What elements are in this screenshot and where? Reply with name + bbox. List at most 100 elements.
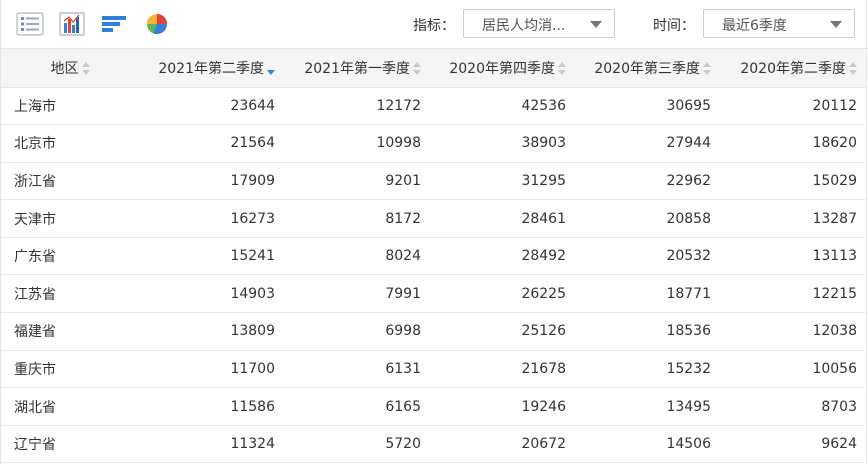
- column-header-label: 2020年第三季度: [594, 60, 700, 77]
- value-cell: 13809: [230, 323, 275, 340]
- pie-chart-icon[interactable]: [143, 12, 171, 36]
- sort-icon: [413, 61, 421, 76]
- value-cell: 27944: [666, 135, 711, 152]
- sort-icon: [558, 61, 566, 76]
- table-view-icon[interactable]: [16, 12, 44, 36]
- value-cell: 18536: [666, 323, 711, 340]
- indicator-select-value: 居民人均消...: [482, 18, 566, 34]
- value-cell: 20532: [666, 248, 711, 265]
- value-cell: 10998: [376, 135, 421, 152]
- region-cell: 辽宁省: [14, 437, 56, 454]
- value-cell: 13287: [812, 210, 857, 227]
- column-header-label: 2020年第四季度: [449, 60, 555, 77]
- value-cell: 16273: [230, 210, 275, 227]
- value-cell: 17909: [230, 172, 275, 189]
- value-cell: 11700: [230, 360, 275, 377]
- table-row: 重庆市 11700 6131 21678 15232 10056: [1, 350, 867, 388]
- value-cell: 42536: [521, 97, 566, 114]
- value-cell: 38903: [521, 135, 566, 152]
- value-cell: 30695: [666, 97, 711, 114]
- table-row: 上海市 23644 12172 42536 30695 20112: [1, 87, 867, 125]
- column-header-label: 2020年第二季度: [740, 60, 846, 77]
- value-cell: 14903: [230, 285, 275, 302]
- bar-chart-icon[interactable]: [58, 12, 86, 36]
- column-header-2021-q1[interactable]: 2021年第一季度: [285, 49, 431, 88]
- value-cell: 11324: [230, 436, 275, 453]
- sort-icon: [849, 61, 857, 76]
- sort-icon: [81, 61, 90, 76]
- table-row: 湖北省 11586 6165 19246 13495 8703: [1, 388, 867, 426]
- column-header-2020-q4[interactable]: 2020年第四季度: [431, 49, 576, 88]
- column-header-2021-q2[interactable]: 2021年第二季度: [139, 49, 285, 88]
- chevron-down-icon: [590, 21, 602, 28]
- horizontal-bar-chart-icon[interactable]: [101, 12, 129, 36]
- value-cell: 15241: [230, 248, 275, 265]
- value-cell: 6131: [385, 360, 421, 377]
- sort-desc-icon: [267, 62, 275, 76]
- value-cell: 19246: [521, 398, 566, 415]
- value-cell: 8703: [821, 398, 857, 415]
- table-row: 江苏省 14903 7991 26225 18771 12215: [1, 275, 867, 313]
- value-cell: 20672: [521, 436, 566, 453]
- region-cell: 上海市: [14, 98, 56, 115]
- table-body: 上海市 23644 12172 42536 30695 20112 北京市 21564 1099…: [1, 87, 867, 463]
- time-select-value: 最近6季度: [722, 18, 787, 34]
- column-header-region[interactable]: 地区: [1, 49, 139, 88]
- value-cell: 12038: [812, 323, 857, 340]
- value-cell: 18620: [812, 135, 857, 152]
- value-cell: 7991: [385, 285, 421, 302]
- value-cell: 26225: [521, 285, 566, 302]
- column-header-label: 2021年第二季度: [158, 60, 264, 77]
- value-cell: 21564: [230, 135, 275, 152]
- value-cell: 11586: [230, 398, 275, 415]
- region-cell: 天津市: [14, 211, 56, 228]
- region-cell: 福建省: [14, 324, 56, 341]
- value-cell: 6998: [385, 323, 421, 340]
- region-cell: 重庆市: [14, 361, 56, 378]
- column-header-label: 2021年第一季度: [304, 60, 410, 77]
- value-cell: 15232: [666, 360, 711, 377]
- time-select[interactable]: 最近6季度: [703, 9, 855, 38]
- value-cell: 6165: [385, 398, 421, 415]
- table-header-row: 地区 2021年第二季度 2021年第一季度 2020年第四季度 2020年第三…: [1, 49, 867, 88]
- value-cell: 15029: [812, 172, 857, 189]
- table-row: 福建省 13809 6998 25126 18536 12038: [1, 313, 867, 351]
- value-cell: 12172: [376, 97, 421, 114]
- table-row: 天津市 16273 8172 28461 20858 13287: [1, 200, 867, 238]
- value-cell: 9624: [821, 436, 857, 453]
- toolbar: 指标： 居民人均消... 时间： 最近6季度: [0, 0, 868, 49]
- value-cell: 13113: [812, 248, 857, 265]
- value-cell: 23644: [230, 97, 275, 114]
- value-cell: 28461: [521, 210, 566, 227]
- indicator-label: 指标：: [413, 18, 455, 34]
- column-header-2020-q3[interactable]: 2020年第三季度: [576, 49, 721, 88]
- value-cell: 14506: [666, 436, 711, 453]
- time-label: 时间：: [653, 18, 695, 34]
- value-cell: 31295: [521, 172, 566, 189]
- value-cell: 13495: [666, 398, 711, 415]
- region-cell: 广东省: [14, 249, 56, 266]
- value-cell: 9201: [385, 172, 421, 189]
- data-table: 地区 2021年第二季度 2021年第一季度 2020年第四季度 2020年第三…: [1, 49, 867, 463]
- value-cell: 28492: [521, 248, 566, 265]
- chevron-down-icon: [830, 21, 842, 28]
- region-cell: 江苏省: [14, 286, 56, 303]
- value-cell: 12215: [812, 285, 857, 302]
- column-header-2020-q2[interactable]: 2020年第二季度: [721, 49, 867, 88]
- table-row: 广东省 15241 8024 28492 20532 13113: [1, 237, 867, 275]
- region-cell: 浙江省: [14, 173, 56, 190]
- indicator-select[interactable]: 居民人均消...: [463, 9, 615, 38]
- region-cell: 北京市: [14, 136, 56, 153]
- value-cell: 20112: [812, 97, 857, 114]
- value-cell: 21678: [521, 360, 566, 377]
- value-cell: 22962: [666, 172, 711, 189]
- value-cell: 8172: [385, 210, 421, 227]
- value-cell: 10056: [812, 360, 857, 377]
- value-cell: 5720: [385, 436, 421, 453]
- region-cell: 湖北省: [14, 399, 56, 416]
- value-cell: 25126: [521, 323, 566, 340]
- value-cell: 18771: [666, 285, 711, 302]
- sort-icon: [703, 61, 711, 76]
- table-row: 北京市 21564 10998 38903 27944 18620: [1, 125, 867, 163]
- value-cell: 20858: [666, 210, 711, 227]
